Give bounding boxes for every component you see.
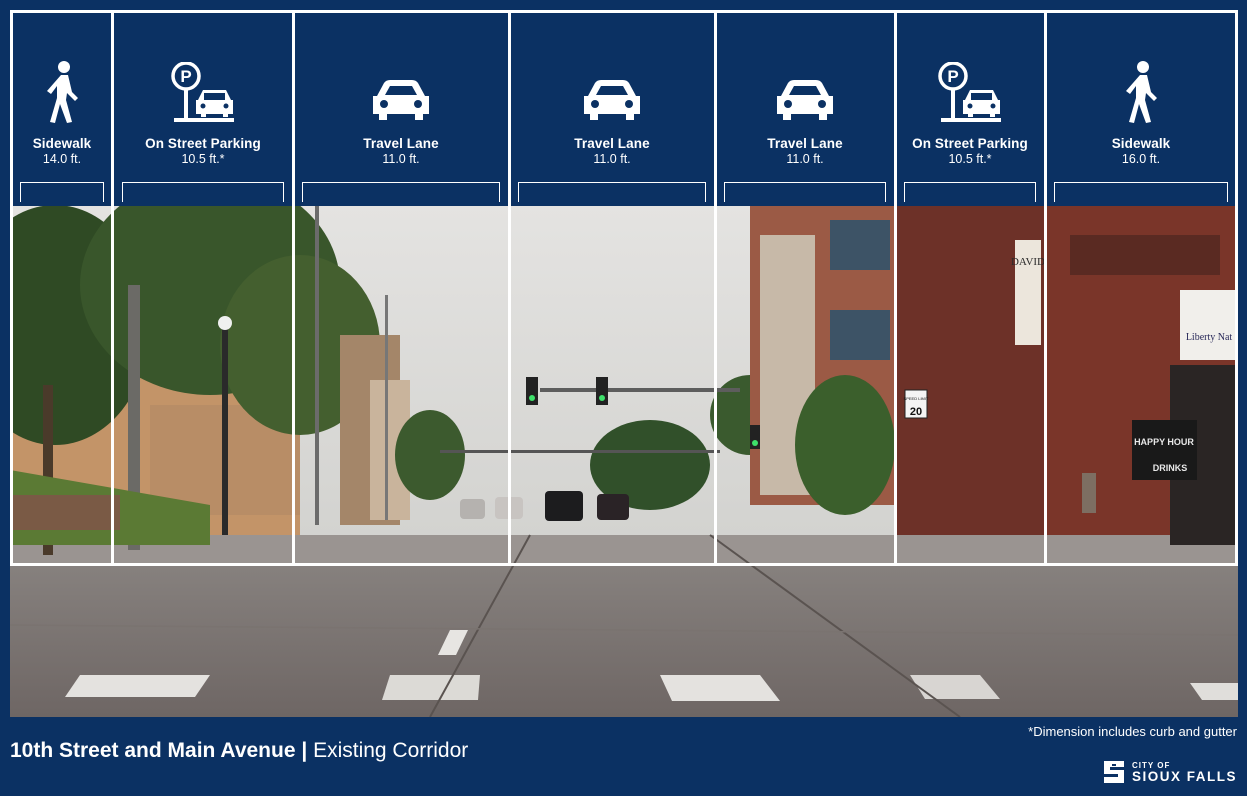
panel-dimension: 10.5 ft.* <box>948 152 992 166</box>
panel-travel-lane-2: Travel Lane 11.0 ft. <box>510 12 714 206</box>
svg-text:P: P <box>947 67 958 86</box>
footnote: *Dimension includes curb and gutter <box>1028 724 1237 739</box>
panel-dimension: 11.0 ft. <box>382 152 420 166</box>
speed-limit-value: 20 <box>910 406 922 418</box>
title-separator: | <box>295 739 314 762</box>
street-photo: DAVID Liberty Nat HAPPY HOUR DRINKS SPEE… <box>10 205 1238 717</box>
svg-text:P: P <box>180 67 191 86</box>
panel-sidewalk-right: Sidewalk 16.0 ft. <box>1046 12 1236 206</box>
panel-label: Travel Lane <box>767 136 843 151</box>
sioux-falls-logo-icon <box>1103 761 1124 783</box>
panel-label: Travel Lane <box>363 136 439 151</box>
panel-sidewalk-left: Sidewalk 14.0 ft. <box>12 12 112 206</box>
car-icon <box>716 52 894 124</box>
panel-dimension: 14.0 ft. <box>42 152 82 166</box>
car <box>545 491 583 521</box>
panel-travel-lane-3: Travel Lane 11.0 ft. <box>716 12 894 206</box>
david-sign: DAVID <box>1011 256 1045 268</box>
panel-label: Travel Lane <box>574 136 650 151</box>
car <box>597 494 629 520</box>
dimension-bracket <box>302 182 500 202</box>
panel-dimension: 11.0 ft. <box>786 152 824 166</box>
speed-limit-label: SPEED LIMIT <box>904 396 929 401</box>
car <box>495 497 523 519</box>
panel-label: On Street Parking <box>912 136 1028 151</box>
dimension-bracket <box>518 182 706 202</box>
pedestrian-icon <box>12 52 112 124</box>
panel-dimension: 16.0 ft. <box>1121 152 1161 166</box>
liberty-sign: Liberty Nat <box>1186 332 1233 343</box>
title-street: 10th Street and Main Avenue <box>10 739 296 762</box>
city-logo: CITY OF SIOUX FALLS <box>1102 757 1237 787</box>
dimension-bracket <box>724 182 886 202</box>
title-subtitle: Existing Corridor <box>313 739 469 762</box>
street-scene: DAVID Liberty Nat HAPPY HOUR DRINKS SPEE… <box>10 205 1238 717</box>
panel-dimension: 10.5 ft.* <box>181 152 225 166</box>
panel-travel-lane-1: Travel Lane 11.0 ft. <box>294 12 508 206</box>
dimension-bracket <box>1054 182 1228 202</box>
panel-parking-left: P On Street Parking 10.5 ft.* <box>114 12 292 206</box>
page-title: 10th Street and Main Avenue | Existing C… <box>10 739 468 763</box>
drinks-sign: DRINKS <box>1153 463 1188 473</box>
pedestrian <box>1082 473 1096 513</box>
logo-name: SIOUX FALLS <box>1131 768 1237 784</box>
dimension-bracket <box>122 182 284 202</box>
car-icon <box>510 52 714 124</box>
panel-label: Sidewalk <box>1111 136 1171 151</box>
parking-icon: P <box>114 52 292 124</box>
panel-dimension: 11.0 ft. <box>593 152 631 166</box>
dimension-bracket <box>904 182 1036 202</box>
panel-label: On Street Parking <box>145 136 261 151</box>
parking-icon: P <box>896 52 1044 124</box>
dimension-bracket <box>20 182 104 202</box>
panel-label: Sidewalk <box>32 136 92 151</box>
car-icon <box>294 52 508 124</box>
happy-hour-sign: HAPPY HOUR <box>1134 437 1194 447</box>
car <box>460 499 485 519</box>
pedestrian-icon <box>1046 52 1236 124</box>
corridor-graphic: DAVID Liberty Nat HAPPY HOUR DRINKS SPEE… <box>0 0 1247 796</box>
panel-parking-right: P On Street Parking 10.5 ft.* <box>896 12 1044 206</box>
